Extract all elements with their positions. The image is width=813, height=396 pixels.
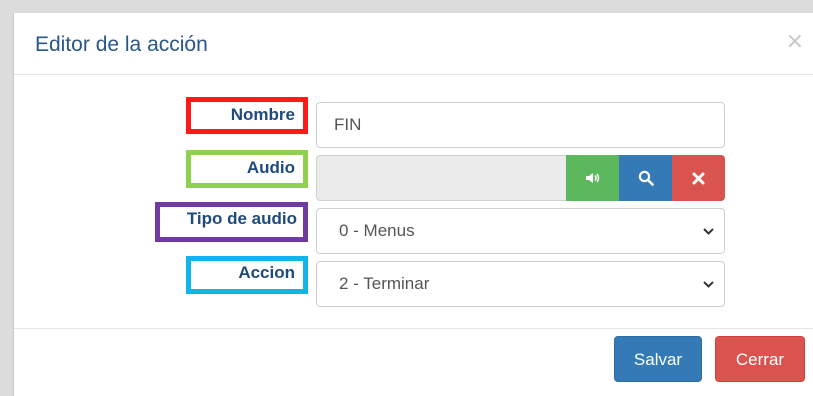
audio-input-group xyxy=(316,155,725,201)
close-icon[interactable]: × xyxy=(786,31,804,53)
remove-icon xyxy=(692,172,705,184)
save-button[interactable]: Salvar xyxy=(614,336,702,382)
chevron-down-icon xyxy=(703,281,714,288)
cancel-button[interactable]: Cerrar xyxy=(715,336,805,382)
accion-select[interactable]: 2 - Terminar xyxy=(316,261,725,307)
search-icon xyxy=(638,170,654,186)
tipo-audio-label: Tipo de audio xyxy=(155,202,308,242)
audio-input[interactable] xyxy=(316,155,566,201)
footer-divider xyxy=(14,328,813,329)
accion-label: Accion xyxy=(186,256,308,294)
nombre-input[interactable]: FIN xyxy=(316,102,725,148)
tipo-audio-select[interactable]: 0 - Menus xyxy=(316,208,725,254)
play-audio-button[interactable] xyxy=(566,155,619,201)
search-audio-button[interactable] xyxy=(619,155,672,201)
audio-label: Audio xyxy=(186,150,308,188)
remove-audio-button[interactable] xyxy=(672,155,725,201)
volume-icon xyxy=(585,173,599,183)
accion-selected-value: 2 - Terminar xyxy=(339,274,430,293)
modal-header: Editor de la acción × xyxy=(14,13,813,75)
chevron-down-icon xyxy=(703,228,714,235)
nombre-label: Nombre xyxy=(186,97,308,134)
modal-title: Editor de la acción xyxy=(35,33,208,56)
tipo-audio-selected-value: 0 - Menus xyxy=(339,221,415,240)
action-editor-modal: Editor de la acción × Nombre FIN Audio T… xyxy=(13,13,813,396)
